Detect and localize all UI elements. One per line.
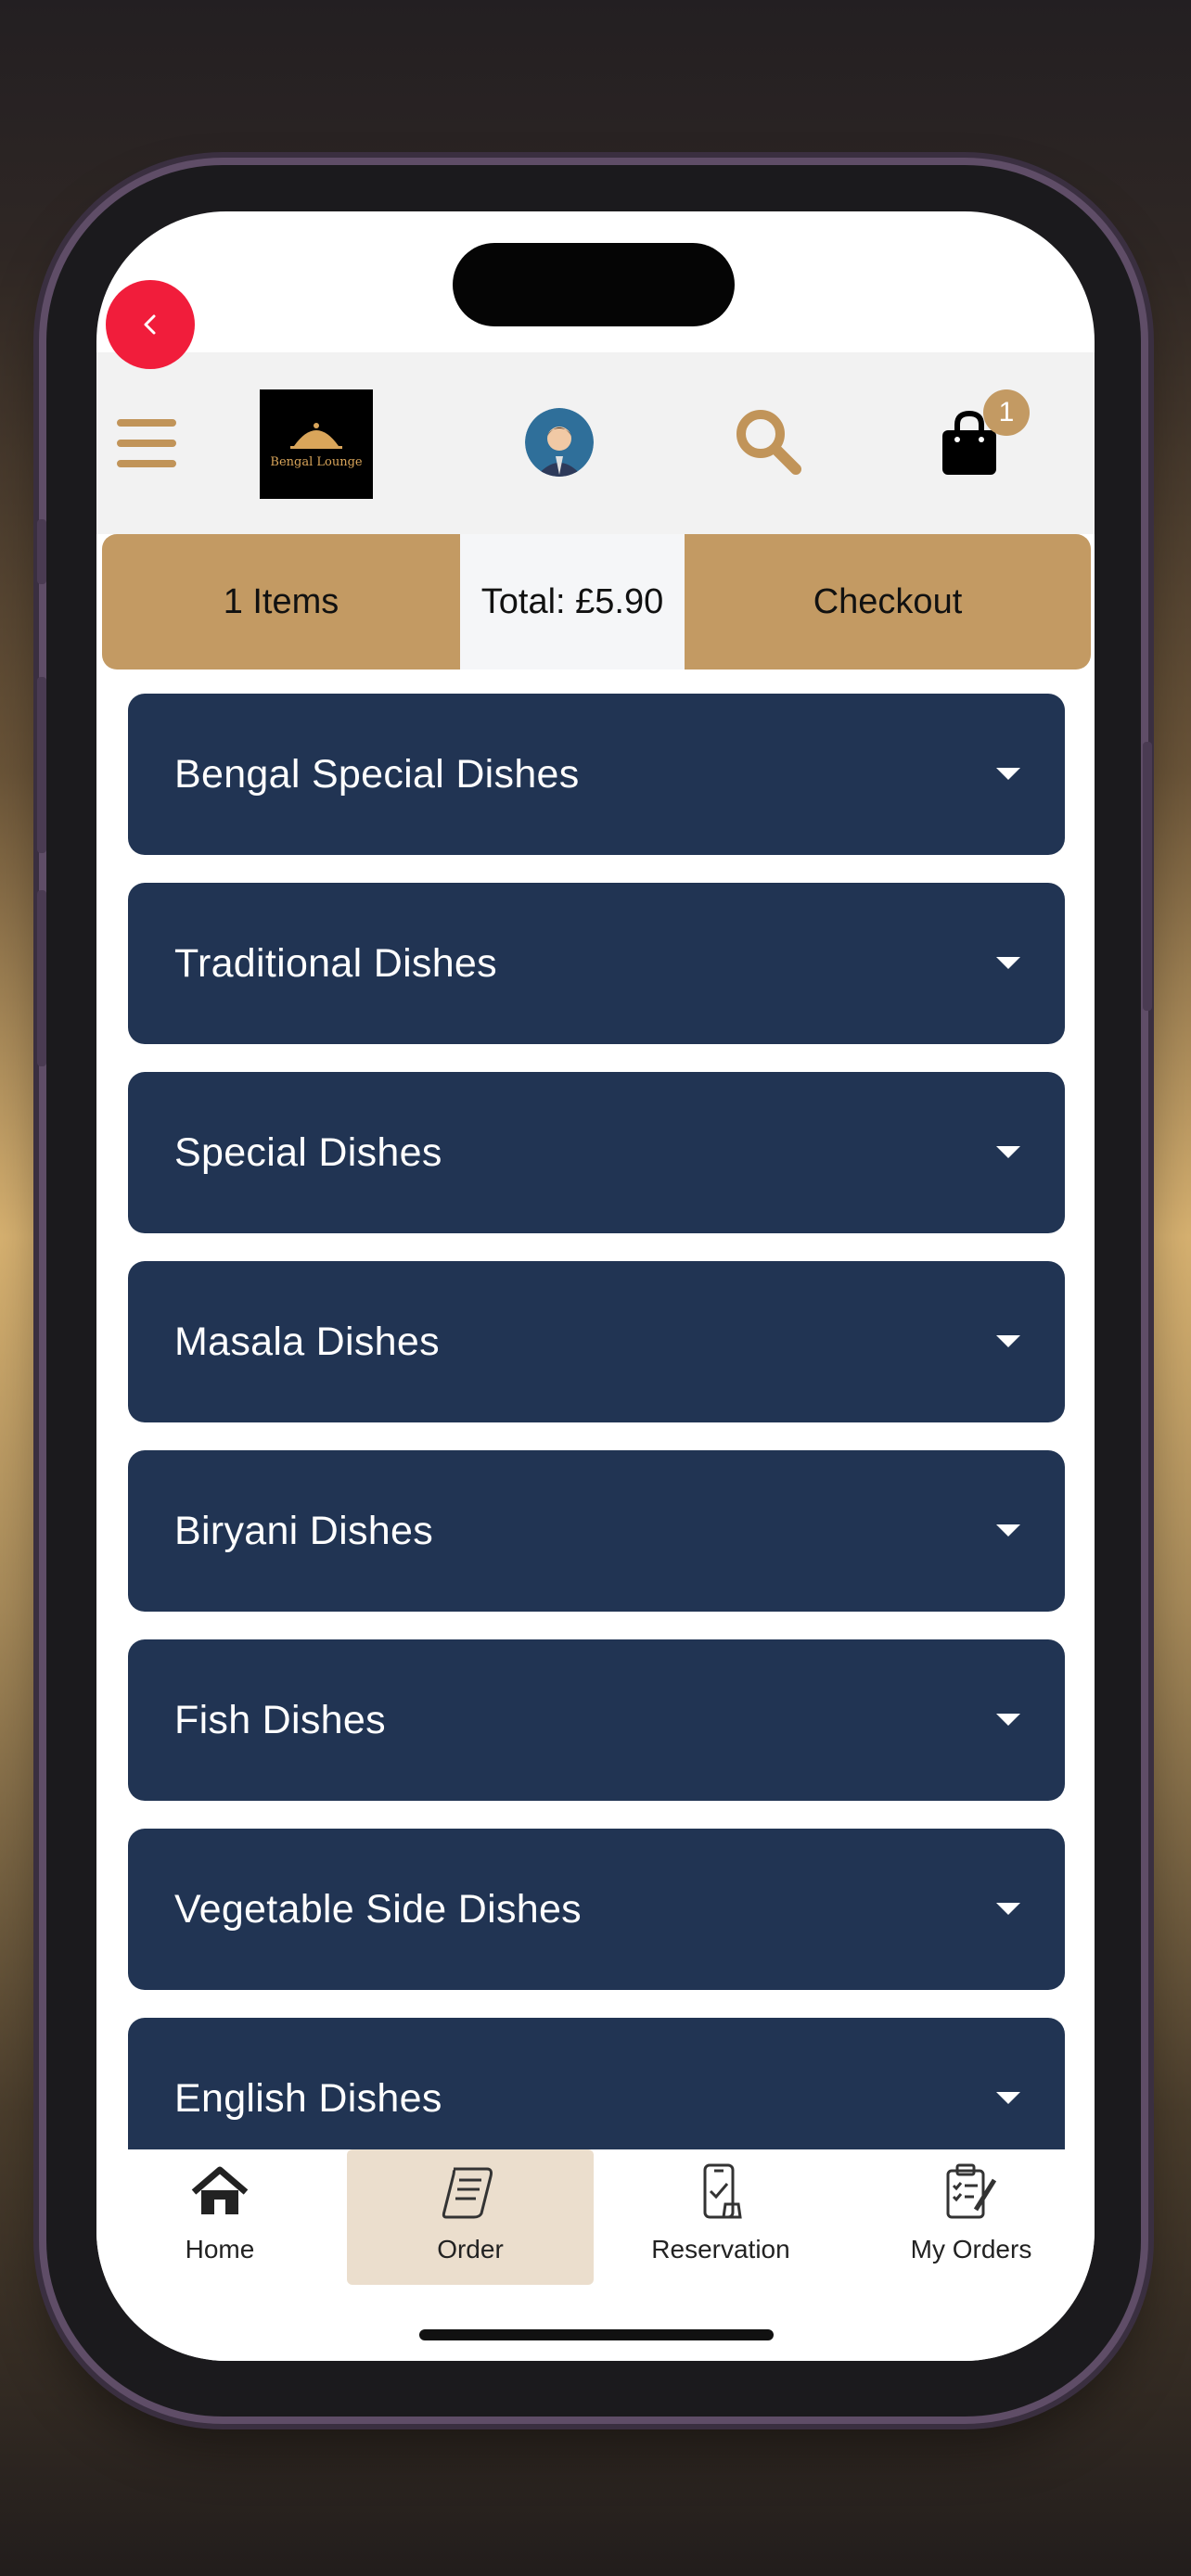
nav-label: My Orders — [910, 2235, 1032, 2264]
category-label: Special Dishes — [174, 1129, 442, 1175]
category-vegetable-side-dishes[interactable]: Vegetable Side Dishes — [128, 1829, 1065, 1990]
side-button-volume-down — [37, 890, 46, 1066]
side-button-silent — [37, 519, 46, 584]
category-label: Traditional Dishes — [174, 940, 497, 986]
order-scroll-icon — [441, 2162, 500, 2222]
cart-summary-bar: 1 Items Total: £5.90 Checkout — [102, 534, 1091, 670]
caret-down-icon — [996, 2092, 1020, 2104]
app-header: Bengal Lounge 1 — [96, 352, 1095, 534]
hamburger-menu-icon[interactable] — [117, 419, 176, 467]
caret-down-icon — [996, 957, 1020, 969]
caret-down-icon — [996, 1903, 1020, 1915]
caret-down-icon — [996, 768, 1020, 780]
category-label: Bengal Special Dishes — [174, 751, 580, 797]
category-traditional-dishes[interactable]: Traditional Dishes — [128, 883, 1065, 1044]
dynamic-island — [453, 243, 735, 326]
nav-reservation[interactable]: Reservation — [597, 2149, 844, 2285]
reservation-phone-icon — [698, 2162, 744, 2222]
category-fish-dishes[interactable]: Fish Dishes — [128, 1639, 1065, 1801]
nav-my-orders[interactable]: My Orders — [848, 2149, 1095, 2285]
cart-count-badge: 1 — [983, 389, 1030, 436]
category-masala-dishes[interactable]: Masala Dishes — [128, 1261, 1065, 1422]
caret-down-icon — [996, 1335, 1020, 1347]
logo-text: Bengal Lounge — [270, 454, 363, 469]
nav-home[interactable]: Home — [96, 2149, 343, 2285]
back-button[interactable] — [106, 280, 195, 369]
cart-total: Total: £5.90 — [480, 581, 664, 621]
home-indicator — [419, 2329, 774, 2340]
caret-down-icon — [996, 1146, 1020, 1158]
search-icon[interactable] — [731, 404, 805, 478]
nav-label: Home — [185, 2235, 255, 2264]
checkout-button[interactable]: Checkout — [685, 534, 1091, 670]
caret-down-icon — [996, 1714, 1020, 1726]
cloche-icon — [290, 422, 342, 449]
nav-order[interactable]: Order — [347, 2149, 594, 2285]
category-special-dishes[interactable]: Special Dishes — [128, 1072, 1065, 1233]
side-button-power — [1143, 742, 1152, 1011]
category-label: Vegetable Side Dishes — [174, 1886, 582, 1932]
side-button-volume-up — [37, 677, 46, 853]
nav-label: Reservation — [651, 2235, 790, 2264]
app-screen: Bengal Lounge 1 1 Items Total: £5.90 Che… — [96, 211, 1095, 2361]
nav-label: Order — [437, 2235, 504, 2264]
category-biryani-dishes[interactable]: Biryani Dishes — [128, 1450, 1065, 1612]
category-label: Biryani Dishes — [174, 1508, 434, 1553]
user-avatar[interactable] — [525, 408, 594, 477]
home-icon — [190, 2162, 250, 2222]
chevron-left-icon — [144, 314, 156, 335]
caret-down-icon — [996, 1524, 1020, 1537]
category-bengal-special-dishes[interactable]: Bengal Special Dishes — [128, 694, 1065, 855]
category-label: Fish Dishes — [174, 1697, 386, 1742]
items-count[interactable]: 1 Items — [102, 534, 460, 670]
my-orders-clipboard-icon — [942, 2162, 1000, 2222]
restaurant-logo[interactable]: Bengal Lounge — [260, 389, 373, 499]
category-label: Masala Dishes — [174, 1319, 440, 1364]
